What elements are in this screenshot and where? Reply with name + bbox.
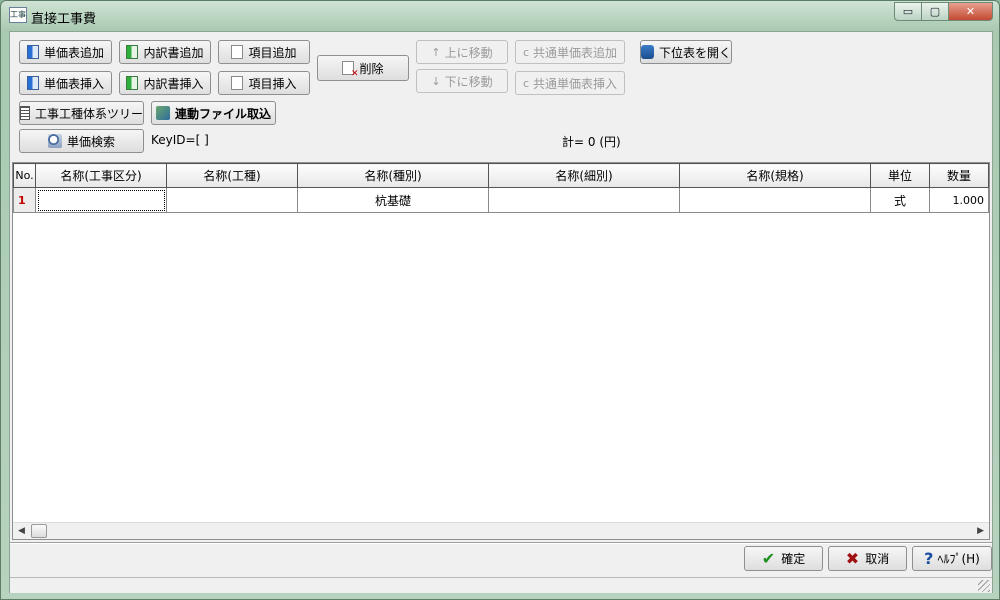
horizontal-scrollbar[interactable]: ◀ ▶ [13, 522, 989, 539]
add-item-button[interactable]: 項目追加 [218, 40, 310, 64]
delete-button[interactable]: 削除 [317, 55, 409, 81]
insert-item-button[interactable]: 項目挿入 [218, 71, 310, 95]
minimize-button[interactable]: ▭ [894, 2, 922, 21]
cell-quantity[interactable]: 1.000 [929, 187, 989, 213]
arrow-up-icon: ↑ [431, 45, 441, 59]
add-breakdown-button[interactable]: 内訳書追加 [119, 40, 211, 64]
arrow-down-icon: ↓ [431, 74, 441, 88]
scroll-thumb[interactable] [31, 524, 47, 538]
key-id-label: KeyID=[ ] [151, 133, 209, 147]
insert-price-table-button[interactable]: 単価表挿入 [19, 71, 112, 95]
column-header-subcategory[interactable]: 名称(細別) [488, 163, 680, 188]
cell-construction-category[interactable] [35, 187, 167, 213]
scroll-left-icon[interactable]: ◀ [18, 526, 25, 536]
window-controls: ▭ ▢ ✕ [894, 2, 993, 21]
price-table-icon [26, 45, 39, 59]
x-icon: ✖ [845, 549, 860, 568]
title-bar[interactable]: 工事 直接工事費 ▭ ▢ ✕ [1, 1, 999, 31]
row-number: 1 [13, 187, 36, 213]
cell-unit[interactable]: 式 [870, 187, 930, 213]
resize-grip-icon[interactable] [978, 580, 990, 592]
add-common-price-button[interactable]: c 共通単価表追加 [515, 40, 625, 64]
search-icon [47, 134, 62, 148]
cancel-button[interactable]: ✖ 取消 [828, 546, 907, 571]
column-header-quantity[interactable]: 数量 [929, 163, 989, 188]
column-header-category[interactable]: 名称(種別) [297, 163, 489, 188]
minimize-icon: ▭ [902, 5, 914, 18]
item-icon [231, 45, 244, 59]
insert-breakdown-button[interactable]: 内訳書挿入 [119, 71, 211, 95]
restore-icon: ▢ [929, 5, 941, 18]
cell-work-type[interactable] [166, 187, 298, 213]
close-icon: ✕ [965, 5, 976, 18]
column-header-no[interactable]: No. [13, 163, 36, 188]
footer-divider [10, 542, 992, 544]
move-up-button[interactable]: ↑ 上に移動 [416, 40, 508, 64]
item-icon [231, 76, 244, 90]
breakdown-icon [126, 45, 139, 59]
common-icon: c [522, 76, 530, 90]
import-icon [155, 106, 170, 120]
confirm-button[interactable]: ✔ 確定 [744, 546, 823, 571]
column-header-construction-category[interactable]: 名称(工事区分) [35, 163, 167, 188]
open-folder-icon [641, 45, 654, 59]
main-window: 工事 直接工事費 ▭ ▢ ✕ 単価表追加 内訳書追加 項目追加 ↑ 上に移動 c共… [0, 0, 1000, 600]
open-lower-table-button[interactable]: 下位表を開く [640, 40, 732, 64]
status-bar [10, 577, 992, 593]
insert-common-price-button[interactable]: c 共通単価表挿入 [515, 71, 625, 95]
app-icon: 工事 [9, 7, 27, 23]
cell-subcategory[interactable] [488, 187, 680, 213]
tree-icon [20, 106, 30, 120]
column-header-work-type[interactable]: 名称(工種) [166, 163, 298, 188]
delete-icon [342, 61, 358, 79]
table-row[interactable]: 1 杭基礎 式 1.000 [13, 187, 989, 213]
import-linked-file-button[interactable]: 連動ファイル取込 [151, 101, 276, 125]
move-down-button[interactable]: ↓ 下に移動 [416, 69, 508, 93]
cell-category[interactable]: 杭基礎 [297, 187, 489, 213]
cell-specification[interactable] [679, 187, 871, 213]
work-tree-button[interactable]: 工事工種体系ツリー [19, 101, 144, 125]
restore-button[interactable]: ▢ [921, 2, 949, 21]
scroll-right-icon[interactable]: ▶ [977, 526, 984, 536]
client-area: 単価表追加 内訳書追加 項目追加 ↑ 上に移動 c 共通単価表追加 下位表を開く 単… [9, 31, 993, 593]
checkmark-icon: ✔ [761, 549, 776, 568]
total-label: 計= 0 (円) [562, 135, 621, 149]
add-price-table-button[interactable]: 単価表追加 [19, 40, 112, 64]
common-icon: c [522, 45, 530, 59]
close-button[interactable]: ✕ [948, 2, 993, 21]
breakdown-icon [126, 76, 139, 90]
window-title: 直接工事費 [31, 12, 97, 27]
question-icon: ? [924, 549, 934, 568]
price-table-icon [26, 76, 39, 90]
grid-header-row: No. 名称(工事区分) 名称(工種) 名称(種別) 名称(細別) 名称(規格)… [13, 163, 989, 188]
column-header-specification[interactable]: 名称(規格) [679, 163, 871, 188]
price-search-button[interactable]: 単価検索 [19, 129, 144, 153]
column-header-unit[interactable]: 単位 [870, 163, 930, 188]
help-button[interactable]: ? ﾍﾙﾌﾟ(H) [912, 546, 992, 571]
grid-table: No. 名称(工事区分) 名称(工種) 名称(種別) 名称(細別) 名称(規格)… [13, 163, 989, 213]
data-grid[interactable]: No. 名称(工事区分) 名称(工種) 名称(種別) 名称(細別) 名称(規格)… [12, 162, 990, 540]
